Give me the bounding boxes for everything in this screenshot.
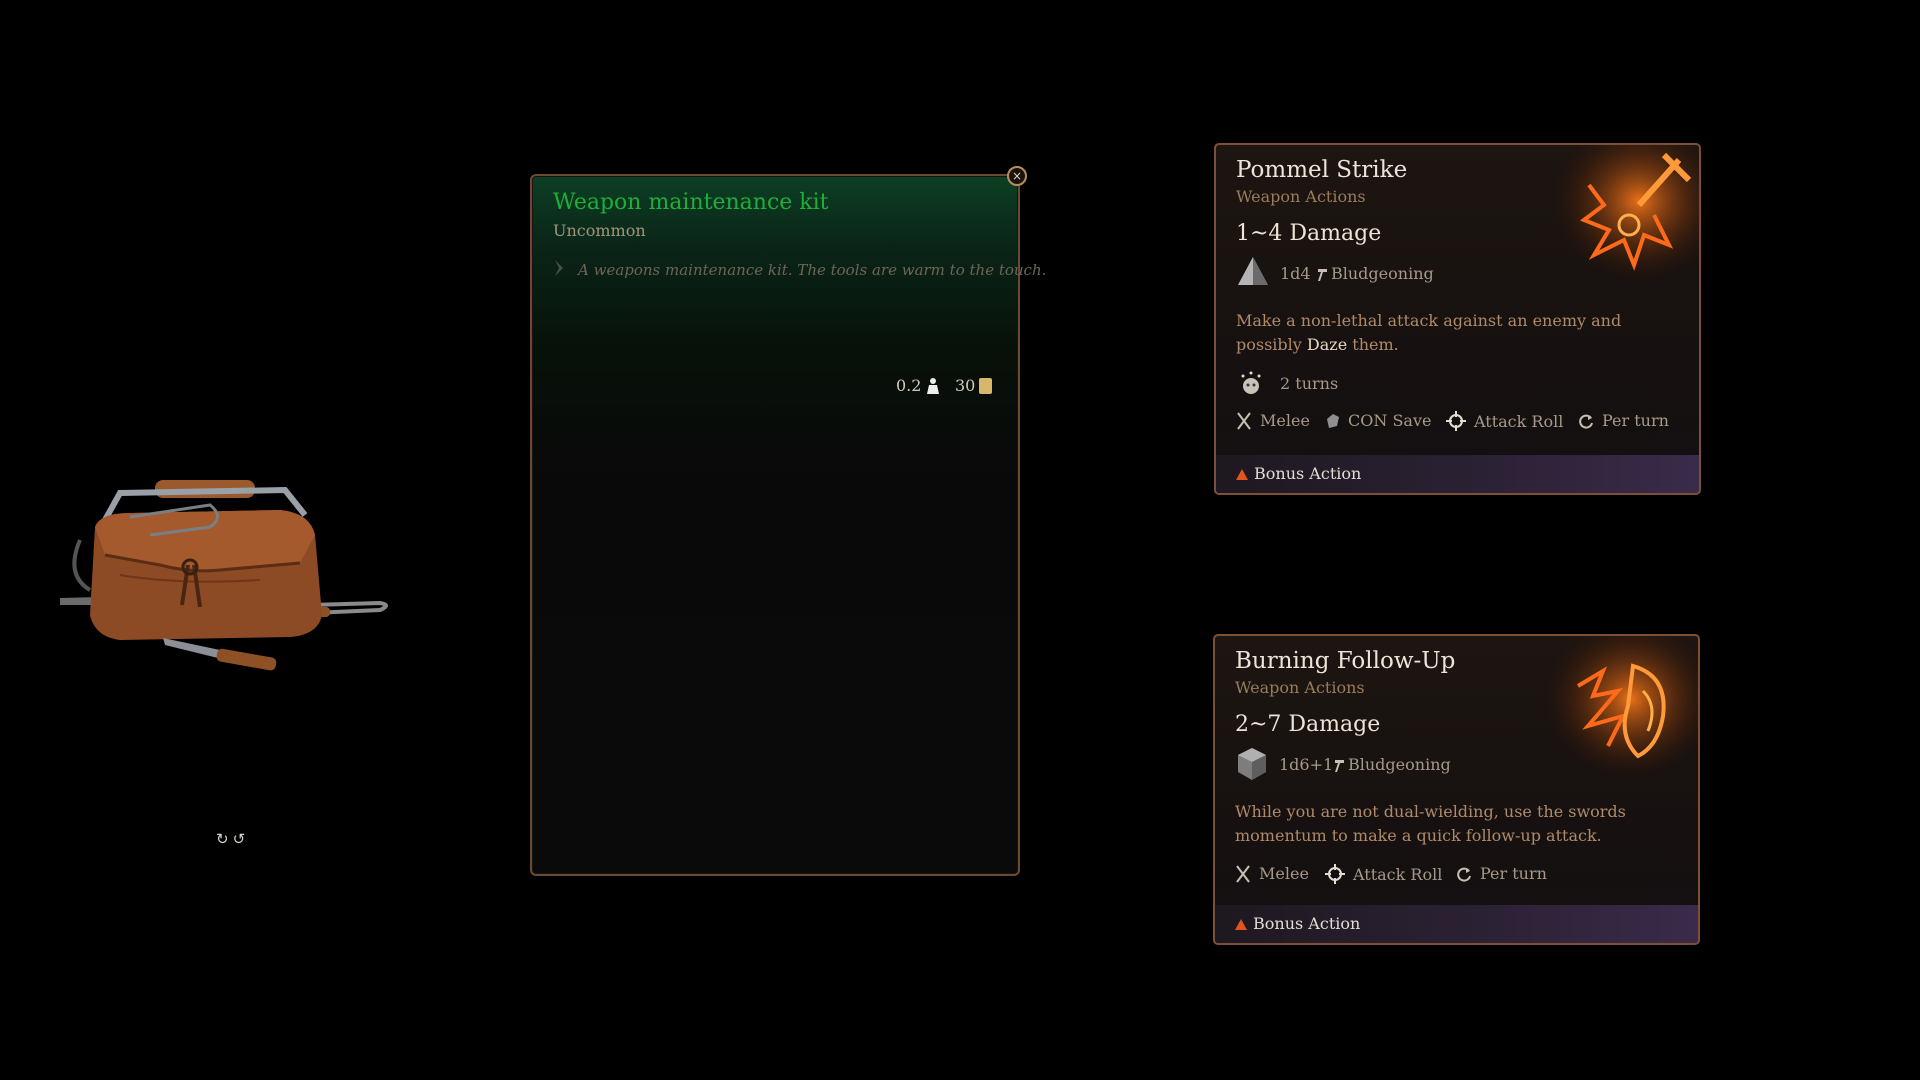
description-icon: [555, 260, 563, 276]
con-save-icon: [1327, 413, 1339, 428]
action-title: Pommel Strike: [1236, 157, 1408, 183]
action-cost: Bonus Action: [1254, 464, 1362, 483]
cube-dice-icon: [1238, 748, 1266, 780]
action-card-pommel-strike: Pommel Strike Weapon Actions 1~4 Damage …: [1214, 143, 1701, 495]
item-weight: 0.2: [896, 376, 922, 395]
action-description: Make a non-lethal attack against an enem…: [1236, 311, 1622, 354]
action-cost: Bonus Action: [1253, 914, 1361, 933]
item-name: Weapon maintenance kit: [553, 190, 829, 215]
action-damage: 1~4 Damage: [1236, 221, 1382, 246]
melee-icon: [1236, 864, 1250, 883]
tag-melee: Melee: [1236, 411, 1310, 430]
action-cost-bar: Bonus Action: [1215, 905, 1698, 943]
coin-icon: [979, 378, 992, 394]
action-dice: 1d6+1: [1279, 755, 1334, 774]
tag-per-turn: Per turn: [1578, 411, 1669, 430]
item-value: 30: [955, 376, 976, 395]
attack-roll-icon: [1446, 411, 1466, 431]
action-category: Weapon Actions: [1236, 187, 1366, 206]
hammer-icon: [1318, 269, 1327, 281]
attack-roll-icon: [1325, 864, 1345, 884]
daze-icon: [1241, 371, 1261, 394]
action-cost-bar: Bonus Action: [1216, 455, 1699, 493]
tetrahedron-dice-icon: [1238, 257, 1268, 285]
tag-con-save: CON Save: [1326, 411, 1431, 430]
item-rarity: Uncommon: [553, 221, 646, 240]
tag-attack-roll: Attack Roll: [1325, 864, 1442, 884]
action-category: Weapon Actions: [1235, 678, 1365, 697]
weight-icon: [927, 378, 939, 394]
hammer-icon: [1335, 760, 1344, 772]
item-description: A weapons maintenance kit. The tools are…: [578, 261, 1047, 279]
close-icon[interactable]: ×: [1007, 166, 1027, 186]
per-turn-icon: [1579, 414, 1593, 429]
kit-image[interactable]: [60, 455, 410, 695]
action-damage: 2~7 Damage: [1235, 712, 1381, 737]
action-duration: 2 turns: [1280, 374, 1339, 393]
rotate-controls: ↻ ↺: [216, 830, 256, 854]
action-damage-type: Bludgeoning: [1348, 755, 1451, 774]
rotate-right-icon[interactable]: ↻: [216, 830, 229, 854]
action-damage-type: Bludgeoning: [1331, 264, 1434, 283]
tag-melee: Melee: [1235, 864, 1309, 883]
per-turn-icon: [1457, 867, 1471, 882]
daze-keyword[interactable]: Daze: [1307, 335, 1347, 354]
pommel-strike-art: [1549, 145, 1699, 285]
bonus-action-icon: [1236, 469, 1248, 480]
action-description: While you are not dual-wielding, use the…: [1235, 802, 1626, 845]
item-tooltip: [530, 174, 1020, 876]
rotate-left-icon[interactable]: ↺: [233, 830, 246, 854]
burning-follow-up-art: [1548, 636, 1698, 776]
tag-attack-roll: Attack Roll: [1446, 411, 1563, 431]
bonus-action-icon: [1235, 919, 1247, 930]
action-card-burning-follow-up: Burning Follow-Up Weapon Actions 2~7 Dam…: [1213, 634, 1700, 945]
melee-icon: [1237, 411, 1251, 430]
action-title: Burning Follow-Up: [1235, 648, 1456, 674]
tag-per-turn: Per turn: [1456, 864, 1547, 883]
action-dice: 1d4: [1280, 264, 1311, 283]
